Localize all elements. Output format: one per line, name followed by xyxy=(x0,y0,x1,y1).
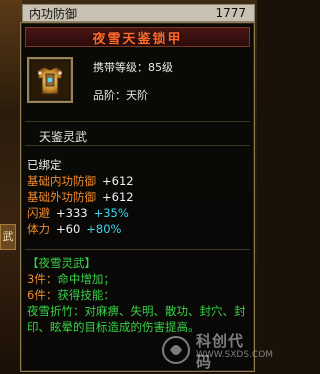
stat-row: 体力 +60 +80% xyxy=(27,221,249,237)
carry-level-value: 85级 xyxy=(148,61,173,74)
stat-name: 闪避 xyxy=(27,206,50,220)
grade-value: 天阶 xyxy=(126,89,148,102)
set-title: 【夜雪灵武】 xyxy=(27,256,96,270)
stat-name: 基础外功防御 xyxy=(27,190,96,204)
divider xyxy=(25,145,250,146)
stat-base: +333 xyxy=(56,206,88,220)
stats-block: 已绑定 基础内功防御 +612 基础外功防御 +612 闪避 +333 +35%… xyxy=(27,157,249,237)
stat-base: +612 xyxy=(102,174,134,188)
set-piece-6: 6件：获得技能： xyxy=(27,287,251,303)
attribute-row: 内功防御 1777 xyxy=(22,4,255,22)
set-piece-label: 3件： xyxy=(27,272,58,286)
set-piece-label: 6件： xyxy=(27,288,58,302)
attribute-label: 内功防御 xyxy=(29,6,78,21)
bound-status: 已绑定 xyxy=(27,158,62,172)
stat-name: 基础内功防御 xyxy=(27,174,96,188)
stat-row: 闪避 +333 +35% xyxy=(27,205,249,221)
item-tooltip: 夜雪天鉴锁甲 携带等级：85级 品阶：天阶 天鉴灵武 已绑定 基础内功防御 +6… xyxy=(20,22,255,372)
left-scene-strip xyxy=(0,0,22,374)
divider xyxy=(25,121,250,122)
stat-row: 基础内功防御 +612 xyxy=(27,173,249,189)
set-bonus-block: 【夜雪灵武】 3件：命中增加； 6件：获得技能： 夜雪折竹：对麻痹、失明、散功、… xyxy=(27,255,251,335)
item-grade: 品阶：天阶 xyxy=(93,87,148,103)
set-piece-effect: 获得技能： xyxy=(57,288,115,302)
stat-name: 体力 xyxy=(27,222,50,236)
set-piece-effect: 命中增加； xyxy=(57,272,115,286)
item-title: 夜雪天鉴锁甲 xyxy=(92,31,183,47)
set-piece-3: 3件：命中增加； xyxy=(27,271,251,287)
carry-level-label: 携带等级： xyxy=(93,61,148,74)
armor-icon xyxy=(31,61,69,99)
stat-bonus: +80% xyxy=(86,222,122,236)
grade-label: 品阶： xyxy=(93,89,126,102)
tooltip-title-bar: 夜雪天鉴锁甲 xyxy=(25,27,250,47)
stat-row: 基础外功防御 +612 xyxy=(27,189,249,205)
stat-bonus: +35% xyxy=(93,206,129,220)
divider xyxy=(25,249,250,250)
stat-base: +60 xyxy=(56,222,81,236)
side-tab[interactable]: 武 xyxy=(0,224,16,250)
item-icon-frame[interactable] xyxy=(27,57,73,103)
attribute-value: 1777 xyxy=(215,6,246,20)
item-subname: 天鉴灵武 xyxy=(39,130,88,144)
carry-level: 携带等级：85级 xyxy=(93,59,173,75)
watermark-subtext: WWW.SXDS.COM xyxy=(196,350,274,360)
stat-base: +612 xyxy=(102,190,134,204)
